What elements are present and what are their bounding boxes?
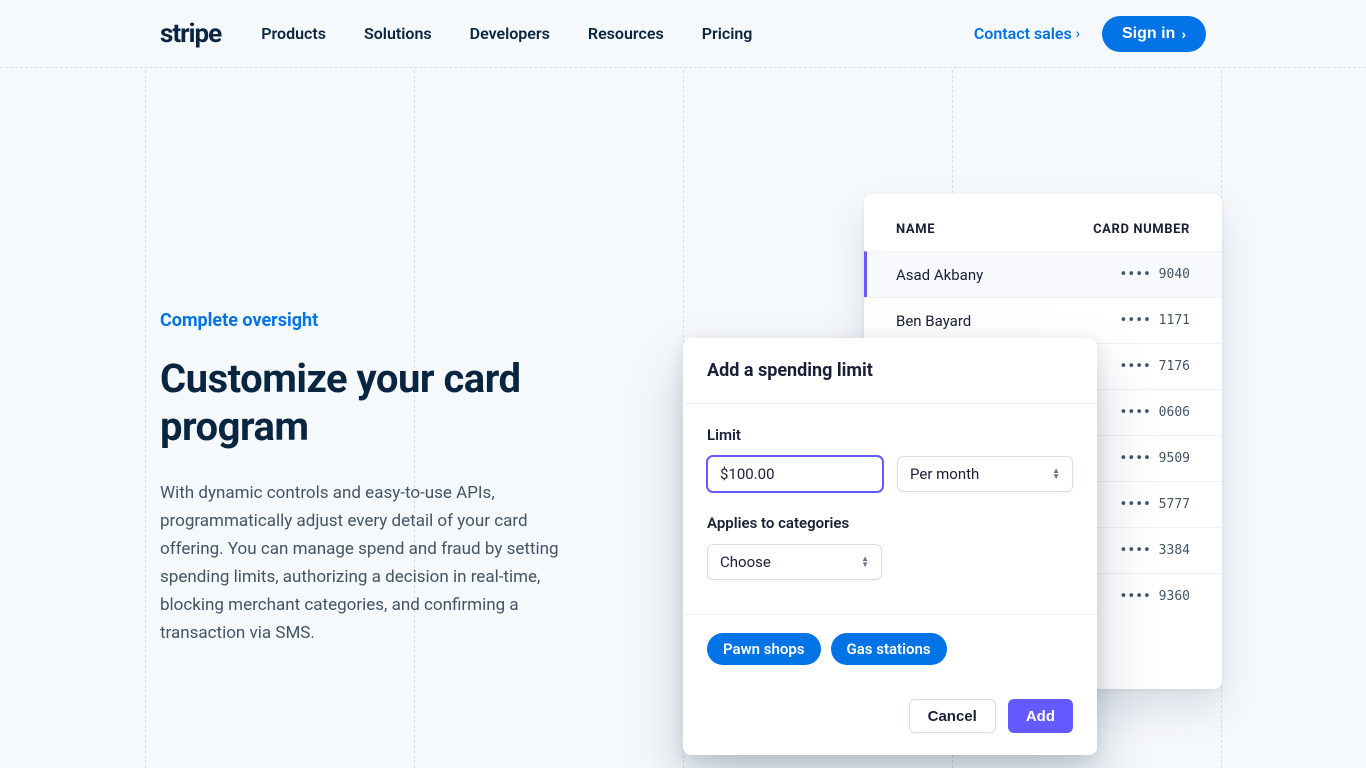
sign-in-button[interactable]: Sign in › xyxy=(1102,16,1206,52)
modal-title: Add a spending limit xyxy=(683,338,1097,404)
hero-content: Complete oversight Customize your card p… xyxy=(160,310,590,647)
category-chips: Pawn shops Gas stations xyxy=(683,614,1097,683)
nav-pricing[interactable]: Pricing xyxy=(702,24,753,43)
spending-limit-modal: Add a spending limit Limit $100.00 Per m… xyxy=(683,338,1097,755)
table-row[interactable]: Asad Akbany •••• 9040 xyxy=(864,251,1222,297)
eyebrow: Complete oversight xyxy=(160,310,590,331)
column-name: NAME xyxy=(896,222,1093,237)
limit-label: Limit xyxy=(707,426,1073,444)
table-row[interactable]: Ben Bayard •••• 1171 xyxy=(864,297,1222,343)
nav-solutions[interactable]: Solutions xyxy=(364,24,432,43)
categories-label: Applies to categories xyxy=(707,514,1073,532)
card-number: •••• 1171 xyxy=(1120,313,1190,328)
contact-sales-label: Contact sales xyxy=(974,24,1072,43)
nav-products[interactable]: Products xyxy=(261,24,326,43)
card-holder-name: Ben Bayard xyxy=(896,312,1120,330)
limit-input[interactable]: $100.00 xyxy=(707,456,883,492)
nav-resources[interactable]: Resources xyxy=(588,24,664,43)
cancel-button[interactable]: Cancel xyxy=(909,699,996,733)
select-icon: ▲▼ xyxy=(1052,468,1060,480)
period-value: Per month xyxy=(910,465,979,483)
period-select[interactable]: Per month ▲▼ xyxy=(897,456,1073,492)
chip-gas-stations[interactable]: Gas stations xyxy=(831,633,947,665)
stripe-logo[interactable]: stripe xyxy=(160,19,221,49)
card-number: •••• 5777 xyxy=(1120,497,1190,512)
card-number: •••• 9509 xyxy=(1120,451,1190,466)
card-number: •••• 0606 xyxy=(1120,405,1190,420)
nav-developers[interactable]: Developers xyxy=(470,24,550,43)
nav: Products Solutions Developers Resources … xyxy=(261,24,752,43)
card-list-header: NAME CARD NUMBER xyxy=(864,222,1222,251)
card-number: •••• 7176 xyxy=(1120,359,1190,374)
column-number: CARD NUMBER xyxy=(1093,222,1190,237)
card-number: •••• 3384 xyxy=(1120,543,1190,558)
categories-select[interactable]: Choose ▲▼ xyxy=(707,544,882,580)
add-button[interactable]: Add xyxy=(1008,699,1073,733)
card-number: •••• 9360 xyxy=(1120,589,1190,604)
contact-sales-link[interactable]: Contact sales › xyxy=(974,24,1080,43)
body-text: With dynamic controls and easy-to-use AP… xyxy=(160,479,590,647)
select-icon: ▲▼ xyxy=(861,556,869,568)
categories-value: Choose xyxy=(720,553,771,571)
limit-value: $100.00 xyxy=(720,465,775,483)
chevron-right-icon: › xyxy=(1181,26,1186,42)
chip-pawn-shops[interactable]: Pawn shops xyxy=(707,633,821,665)
sign-in-label: Sign in xyxy=(1122,25,1175,43)
header: stripe Products Solutions Developers Res… xyxy=(0,0,1366,68)
card-number: •••• 9040 xyxy=(1120,267,1190,282)
chevron-right-icon: › xyxy=(1076,26,1080,42)
page-title: Customize your card program xyxy=(160,355,590,451)
card-holder-name: Asad Akbany xyxy=(896,266,1120,284)
